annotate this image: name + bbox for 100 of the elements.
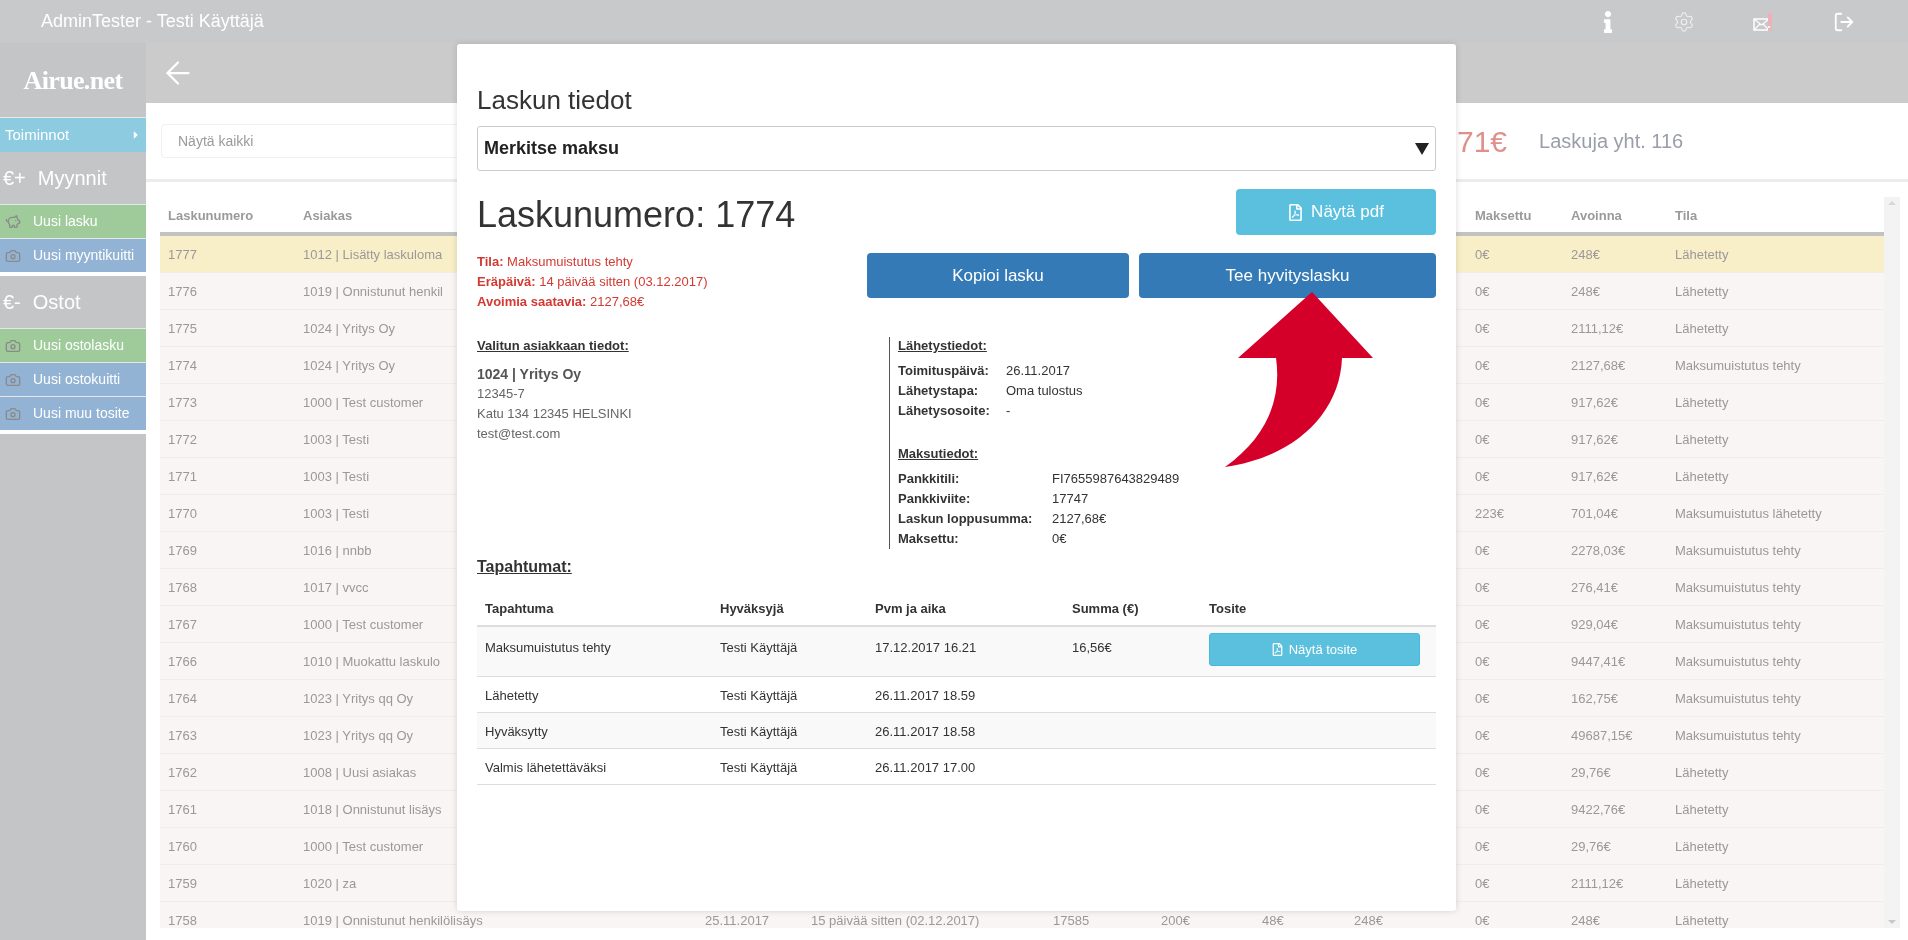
logo[interactable]: Airue.net xyxy=(23,60,123,100)
section-symbol: €+ xyxy=(3,166,26,191)
field-label: Toimituspäivä: xyxy=(898,362,990,380)
table-cell: 0€ xyxy=(1475,469,1490,484)
table-cell: Lähetetty xyxy=(1675,802,1729,817)
dialog-title: Laskun tiedot xyxy=(477,84,633,116)
table-cell: 1016 | nnbb xyxy=(303,543,372,558)
table-cell: 248€ xyxy=(1571,913,1600,928)
field-label: Laskun loppusumma: xyxy=(898,510,1034,528)
table-cell: 1774 xyxy=(168,358,197,373)
table-cell: 0€ xyxy=(1475,321,1490,336)
table-cell: 276,41€ xyxy=(1571,580,1618,595)
action-button[interactable]: Tee hyvityslasku xyxy=(1139,253,1436,298)
table-cell: 25.11.2017 xyxy=(705,913,770,928)
table-cell: 248€ xyxy=(1571,284,1600,299)
table-cell: 1760 xyxy=(168,839,197,854)
table-cell: Maksumuistutus tehty xyxy=(1675,691,1801,706)
table-cell: 1017 | vvcc xyxy=(303,580,369,595)
table-cell: 1770 xyxy=(168,506,197,521)
sidebar-item[interactable]: Uusi lasku xyxy=(0,204,146,238)
table-cell: 2111,12€ xyxy=(1571,876,1624,891)
actions-menu-item[interactable]: Toiminnot xyxy=(0,117,146,152)
table-cell: 0€ xyxy=(1475,691,1490,706)
table-cell: Lähetetty xyxy=(1675,284,1729,299)
table-cell: 49687,15€ xyxy=(1571,728,1633,743)
table-cell: 9447,41€ xyxy=(1571,654,1626,669)
field-value: - xyxy=(1006,402,1012,420)
table-cell: Maksumuistutus lähetetty xyxy=(1675,506,1822,521)
table-cell: 248€ xyxy=(1571,247,1600,262)
table-cell: 701,04€ xyxy=(1571,506,1618,521)
table-cell: Testi Käyttäjä xyxy=(720,759,798,775)
table-cell: 17585 xyxy=(1053,913,1090,928)
field-label: Lähetystapa: xyxy=(898,382,980,400)
table-cell: Lähetetty xyxy=(485,687,539,703)
table-cell: 248€ xyxy=(1354,913,1383,928)
invoice-count: Laskuja yht. 116 xyxy=(1539,129,1684,154)
settings-icon[interactable] xyxy=(1673,10,1695,33)
table-cell: Testi Käyttäjä xyxy=(720,687,798,703)
table-cell: 200€ xyxy=(1161,913,1190,928)
table-cell: 1775 xyxy=(168,321,197,336)
table-cell: 0€ xyxy=(1475,876,1490,891)
table-cell: 2111,12€ xyxy=(1571,321,1624,336)
sidebar-item[interactable]: Uusi ostolasku xyxy=(0,328,146,362)
table-cell: 1020 | za xyxy=(303,876,357,891)
field-label: Pankkiviite: xyxy=(898,490,972,508)
scrollbar[interactable] xyxy=(1884,197,1900,928)
table-cell: 917,62€ xyxy=(1571,432,1618,447)
table-cell: Lähetetty xyxy=(1675,395,1729,410)
table-cell: Lähetetty xyxy=(1675,321,1729,336)
sidebar-item[interactable]: Uusi ostokuitti xyxy=(0,362,146,396)
action-select[interactable]: Merkitse maksu xyxy=(477,126,1436,171)
section-heading: Lähetystiedot: xyxy=(898,337,988,355)
table-cell: Valmis lähetettäväksi xyxy=(485,759,607,775)
table-cell: 1019 | Onnistunut henkil xyxy=(303,284,443,299)
table-cell: 0€ xyxy=(1475,543,1490,558)
table-cell: Lähetetty xyxy=(1675,469,1729,484)
column-header: Asiakas xyxy=(303,207,353,223)
events-heading: Tapahtumat: xyxy=(477,557,573,577)
column-header: Laskunumero xyxy=(168,207,254,223)
column-header: Avoinna xyxy=(1571,207,1622,223)
column-header: Tapahtuma xyxy=(485,601,554,616)
table-cell: 26.11.2017 18.59 xyxy=(875,687,976,703)
table-cell: Maksumuistutus tehty xyxy=(485,640,611,655)
camera-icon xyxy=(5,337,21,354)
action-button[interactable]: Kopioi lasku xyxy=(867,253,1129,298)
table-cell: Maksumuistutus tehty xyxy=(1675,654,1801,669)
customer-detail: 12345-7 xyxy=(477,385,526,403)
camera-icon xyxy=(5,405,21,422)
table-cell: 1018 | Onnistunut lisäys xyxy=(303,802,442,817)
field-value: Oma tulostus xyxy=(1006,382,1084,400)
show-pdf-button[interactable]: Näytä pdf xyxy=(1236,189,1436,235)
status-line: Avoimia saatavia: 2127,68€ xyxy=(477,293,646,311)
sidebar-item[interactable]: Uusi myyntikuitti xyxy=(0,238,146,272)
table-cell: 1000 | Test customer xyxy=(303,395,424,410)
table-cell: Lähetetty xyxy=(1675,432,1729,447)
table-cell: 1763 xyxy=(168,728,197,743)
table-cell: 1773 xyxy=(168,395,197,410)
show-receipt-button[interactable]: Näytä tosite xyxy=(1209,633,1420,666)
table-cell: Maksumuistutus tehty xyxy=(1675,617,1801,632)
table-cell: 1024 | Yritys Oy xyxy=(303,321,395,336)
table-cell: 0€ xyxy=(1475,395,1490,410)
table-cell: 1768 xyxy=(168,580,197,595)
table-cell: Testi Käyttäjä xyxy=(720,723,798,739)
mail-alert-icon[interactable] xyxy=(1753,11,1775,32)
column-header: Pvm ja aika xyxy=(875,601,946,616)
table-cell: 2278,03€ xyxy=(1571,543,1626,558)
logout-icon[interactable] xyxy=(1833,10,1855,33)
info-icon[interactable] xyxy=(1601,10,1615,33)
table-cell: 929,04€ xyxy=(1571,617,1618,632)
field-value: 26.11.2017 xyxy=(1006,362,1072,380)
table-cell: Lähetetty xyxy=(1675,765,1729,780)
table-cell: 1024 | Yritys Oy xyxy=(303,358,395,373)
table-cell: 26.11.2017 18.58 xyxy=(875,723,976,739)
sidebar-item[interactable]: Uusi muu tosite xyxy=(0,396,146,430)
table-cell: Maksumuistutus tehty xyxy=(1675,358,1801,373)
field-value: 0€ xyxy=(1052,530,1068,548)
table-cell: 162,75€ xyxy=(1571,691,1618,706)
table-cell: 0€ xyxy=(1475,802,1490,817)
camera-icon xyxy=(5,371,21,388)
table-cell: Lähetetty xyxy=(1675,839,1729,854)
